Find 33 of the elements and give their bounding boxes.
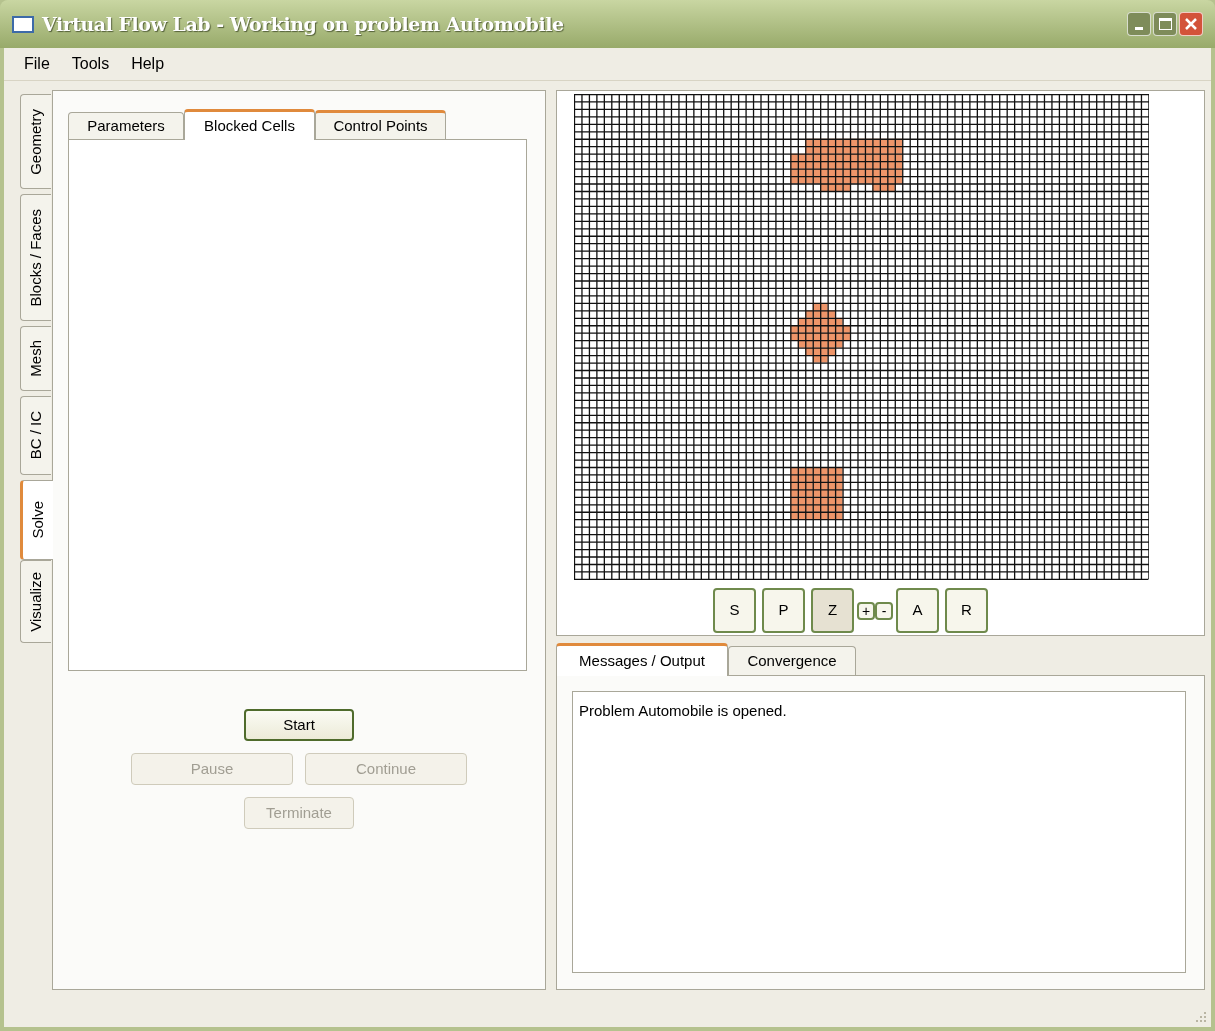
menu-item[interactable]: File [22,52,52,76]
minimize-button[interactable] [1127,12,1151,36]
solve-button: Continue [305,753,467,785]
close-icon [1184,17,1198,31]
tab[interactable]: Parameters [68,112,184,139]
tab[interactable]: Blocked Cells [184,109,315,140]
view-button[interactable]: R [945,588,988,633]
window-title: Virtual Flow Lab - Working on problem Automobile [42,11,564,37]
solve-button[interactable]: Start [244,709,354,741]
side-tab[interactable]: Solve [20,480,53,560]
side-tab[interactable]: Mesh [20,326,51,391]
tab[interactable]: Messages / Output [556,643,728,676]
view-button[interactable]: P [762,588,805,633]
side-tab[interactable]: Visualize [20,560,51,643]
menu-item[interactable]: Tools [69,52,112,76]
side-tab[interactable]: BC / IC [20,396,51,475]
solve-button: Terminate [244,797,354,829]
app-icon [12,15,34,33]
side-tab[interactable]: Geometry [20,94,51,189]
view-button[interactable]: + [857,601,875,620]
view-button[interactable]: S [713,588,756,633]
tab[interactable]: Convergence [728,646,856,675]
tab[interactable]: Control Points [315,110,446,139]
close-button[interactable] [1179,12,1203,36]
menu-item[interactable]: Help [129,52,167,76]
maximize-button[interactable] [1153,12,1177,36]
message-text: Problem Automobile is opened. [579,701,788,721]
solve-button: Pause [131,753,293,785]
view-button[interactable]: A [896,588,939,633]
view-button[interactable]: - [875,601,893,620]
view-button[interactable]: Z [811,588,854,633]
side-tab[interactable]: Blocks / Faces [20,194,51,321]
resize-grip-icon [1195,1011,1207,1023]
